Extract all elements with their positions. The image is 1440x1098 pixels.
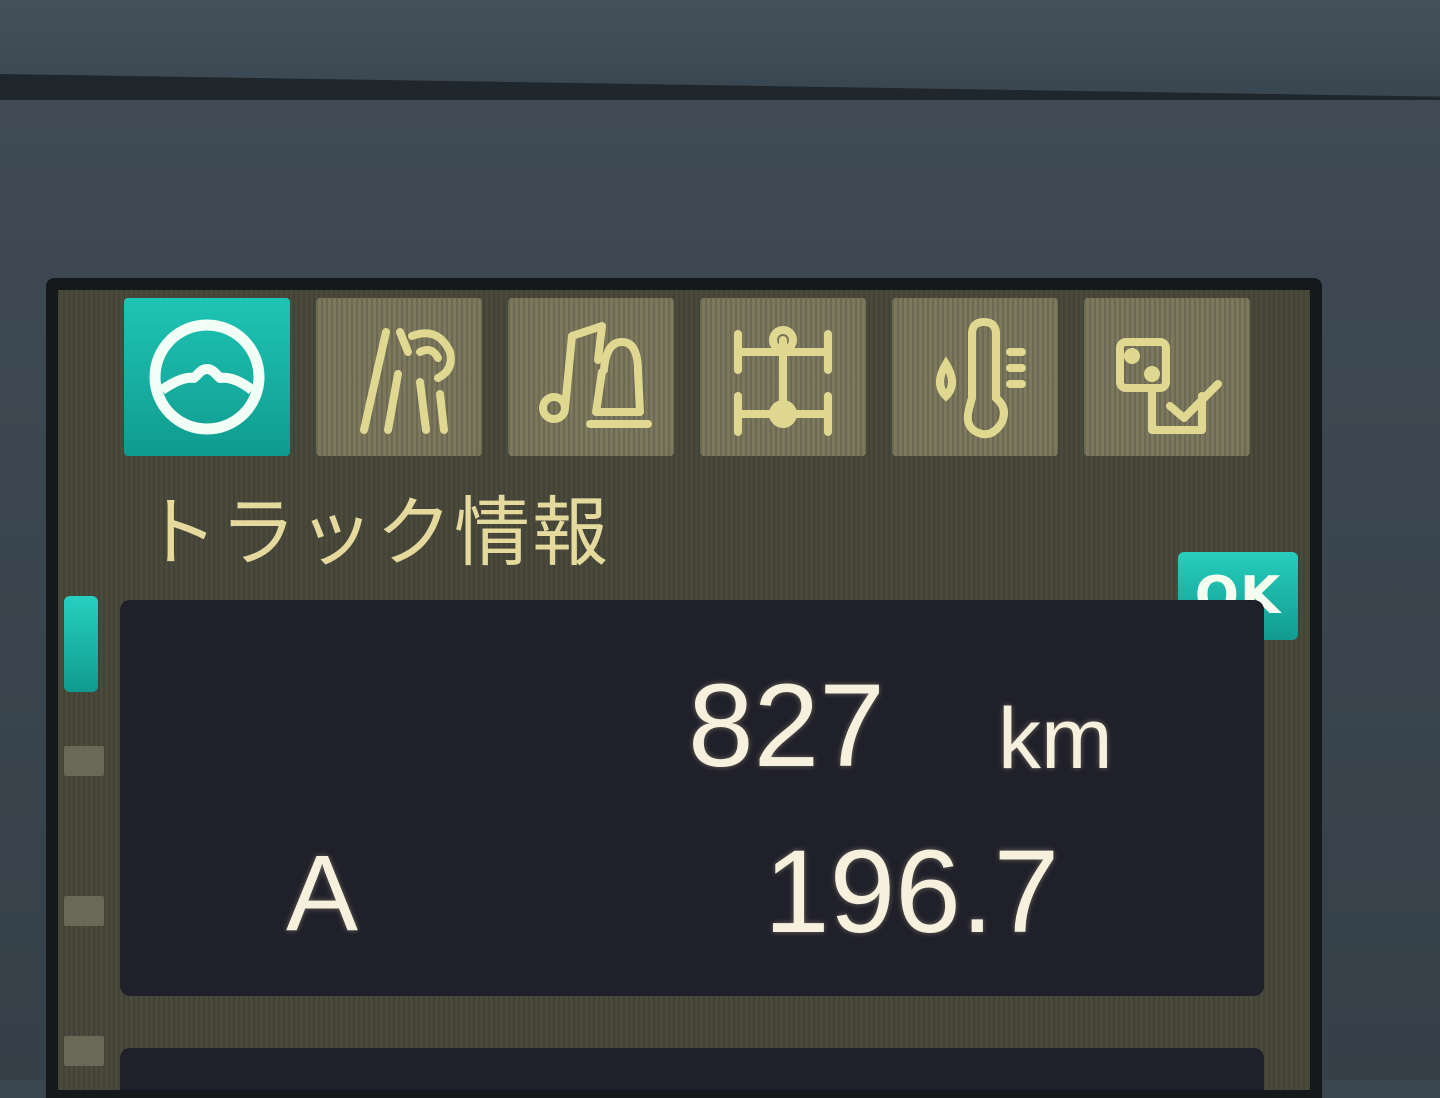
music-bell-icon bbox=[539, 322, 652, 428]
tab-temperature[interactable] bbox=[892, 298, 1058, 456]
tab-settings[interactable] bbox=[1084, 298, 1250, 456]
tab-sound[interactable] bbox=[508, 298, 674, 456]
settings-check-icon bbox=[1116, 338, 1222, 434]
tab-lights[interactable] bbox=[316, 298, 482, 456]
distance-unit: km bbox=[998, 691, 1113, 787]
distance-value: 827 bbox=[688, 660, 885, 792]
thermometer-drop-icon bbox=[936, 317, 1026, 439]
trip-label: A bbox=[286, 832, 359, 953]
next-data-panel bbox=[120, 1048, 1264, 1090]
scrollbar[interactable] bbox=[60, 596, 104, 1090]
tab-axles[interactable] bbox=[700, 298, 866, 456]
scrollbar-step bbox=[64, 1036, 104, 1066]
scrollbar-step bbox=[64, 746, 104, 776]
headlight-icon bbox=[360, 328, 455, 434]
scrollbar-thumb[interactable] bbox=[64, 596, 98, 692]
page-title: トラック情報 bbox=[142, 488, 610, 577]
scrollbar-step bbox=[64, 896, 104, 926]
axle-icon bbox=[734, 326, 832, 436]
tab-truck-info[interactable] bbox=[124, 298, 290, 456]
steering-wheel-icon bbox=[149, 319, 265, 435]
dashboard-bezel bbox=[0, 0, 1440, 80]
instrument-display: トラック情報 OK 827 km A 196.7 bbox=[58, 290, 1310, 1090]
trip-value: 196.7 bbox=[764, 826, 1060, 958]
